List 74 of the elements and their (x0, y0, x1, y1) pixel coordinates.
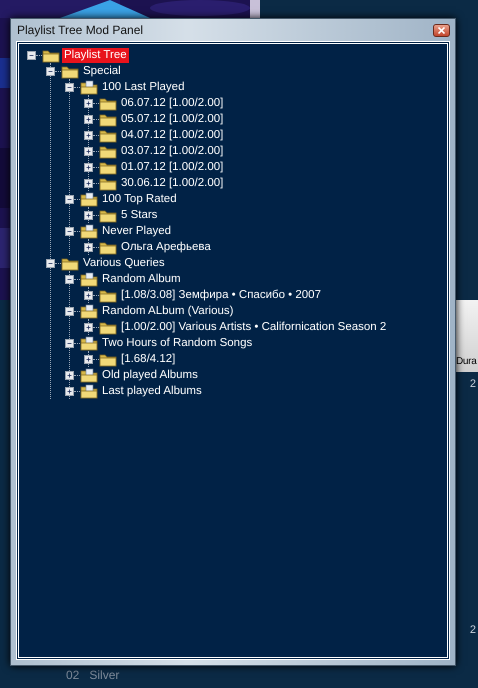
tree-item[interactable]: 05.07.12 [1.00/2.00] (119, 112, 226, 126)
tree-item[interactable]: Two Hours of Random Songs (100, 336, 254, 350)
expand-icon[interactable] (84, 242, 93, 252)
query-folder-icon (80, 192, 98, 206)
expand-icon[interactable] (84, 114, 93, 124)
collapse-icon[interactable] (65, 82, 74, 92)
tree-item[interactable]: 5 Stars (119, 208, 160, 222)
table-cell-text: 2 (468, 377, 477, 392)
tree-item[interactable]: Ольга Арефьева (119, 240, 213, 254)
close-icon (438, 26, 445, 34)
folder-icon (99, 128, 117, 142)
tree-item[interactable]: Never Played (100, 224, 174, 238)
collapse-icon[interactable] (46, 66, 55, 76)
expand-icon[interactable] (84, 210, 93, 220)
collapse-icon[interactable] (27, 50, 36, 60)
close-button[interactable] (433, 24, 450, 36)
query-folder-icon (80, 80, 98, 94)
tree-item[interactable]: 30.06.12 [1.00/2.00] (119, 176, 226, 190)
expand-icon[interactable] (84, 290, 93, 300)
query-folder-icon (80, 304, 98, 318)
tree-item[interactable]: [1.08/3.08] Земфира • Спасибо • 2007 (119, 288, 323, 302)
query-folder-icon (80, 224, 98, 238)
tree-item[interactable]: Last played Albums (100, 384, 204, 398)
folder-icon (99, 96, 117, 110)
tree-item[interactable]: 04.07.12 [1.00/2.00] (119, 128, 226, 142)
tree-item[interactable]: 03.07.12 [1.00/2.00] (119, 144, 226, 158)
expand-icon[interactable] (65, 386, 74, 396)
expand-icon[interactable] (84, 130, 93, 140)
tree-item[interactable]: 06.07.12 [1.00/2.00] (119, 96, 226, 110)
tree-item[interactable]: Old played Albums (100, 368, 200, 382)
query-folder-icon (80, 272, 98, 286)
tree-item[interactable]: Playlist Tree (62, 48, 129, 62)
tree-item[interactable]: [1.68/4.12] (119, 352, 178, 366)
expand-icon[interactable] (84, 322, 93, 332)
folder-icon (99, 288, 117, 302)
tree-item[interactable]: Random ALbum (Various) (100, 304, 236, 318)
expand-icon[interactable] (84, 178, 93, 188)
expand-icon[interactable] (84, 354, 93, 364)
collapse-icon[interactable] (65, 338, 74, 348)
expand-icon[interactable] (84, 98, 93, 108)
expand-icon[interactable] (84, 146, 93, 156)
folder-icon (61, 64, 79, 78)
folder-icon (99, 208, 117, 222)
track-title: Silver (89, 667, 120, 684)
folder-icon (99, 176, 117, 190)
tree-item[interactable]: 100 Top Rated (100, 192, 179, 206)
folder-icon (99, 112, 117, 126)
tree-item[interactable]: Random Album (100, 272, 183, 286)
collapse-icon[interactable] (65, 306, 74, 316)
collapse-icon[interactable] (65, 194, 74, 204)
tree-item[interactable]: Special (81, 64, 123, 78)
query-folder-icon (80, 384, 98, 398)
query-folder-icon (80, 368, 98, 382)
folder-icon (99, 240, 117, 254)
folder-icon (61, 256, 79, 270)
window-title: Playlist Tree Mod Panel (16, 22, 144, 39)
column-header: Dura (456, 300, 478, 372)
folder-icon (99, 320, 117, 334)
collapse-icon[interactable] (65, 226, 74, 236)
collapse-icon[interactable] (46, 258, 55, 268)
collapse-icon[interactable] (65, 274, 74, 284)
table-cell-text: 2 (468, 623, 477, 638)
folder-icon (99, 352, 117, 366)
expand-icon[interactable] (65, 370, 74, 380)
tree-item[interactable]: 01.07.12 [1.00/2.00] (119, 160, 226, 174)
tree-item[interactable]: Various Queries (81, 256, 167, 270)
expand-icon[interactable] (84, 162, 93, 172)
folder-icon (99, 160, 117, 174)
folder-icon (42, 48, 60, 62)
folder-icon (99, 144, 117, 158)
track-number: 02 (66, 667, 80, 684)
query-folder-icon (80, 336, 98, 350)
tree-item[interactable]: 100 Last Played (100, 80, 186, 94)
tree-item[interactable]: [1.00/2.00] Various Artists • Californication Season 2 (119, 320, 388, 334)
